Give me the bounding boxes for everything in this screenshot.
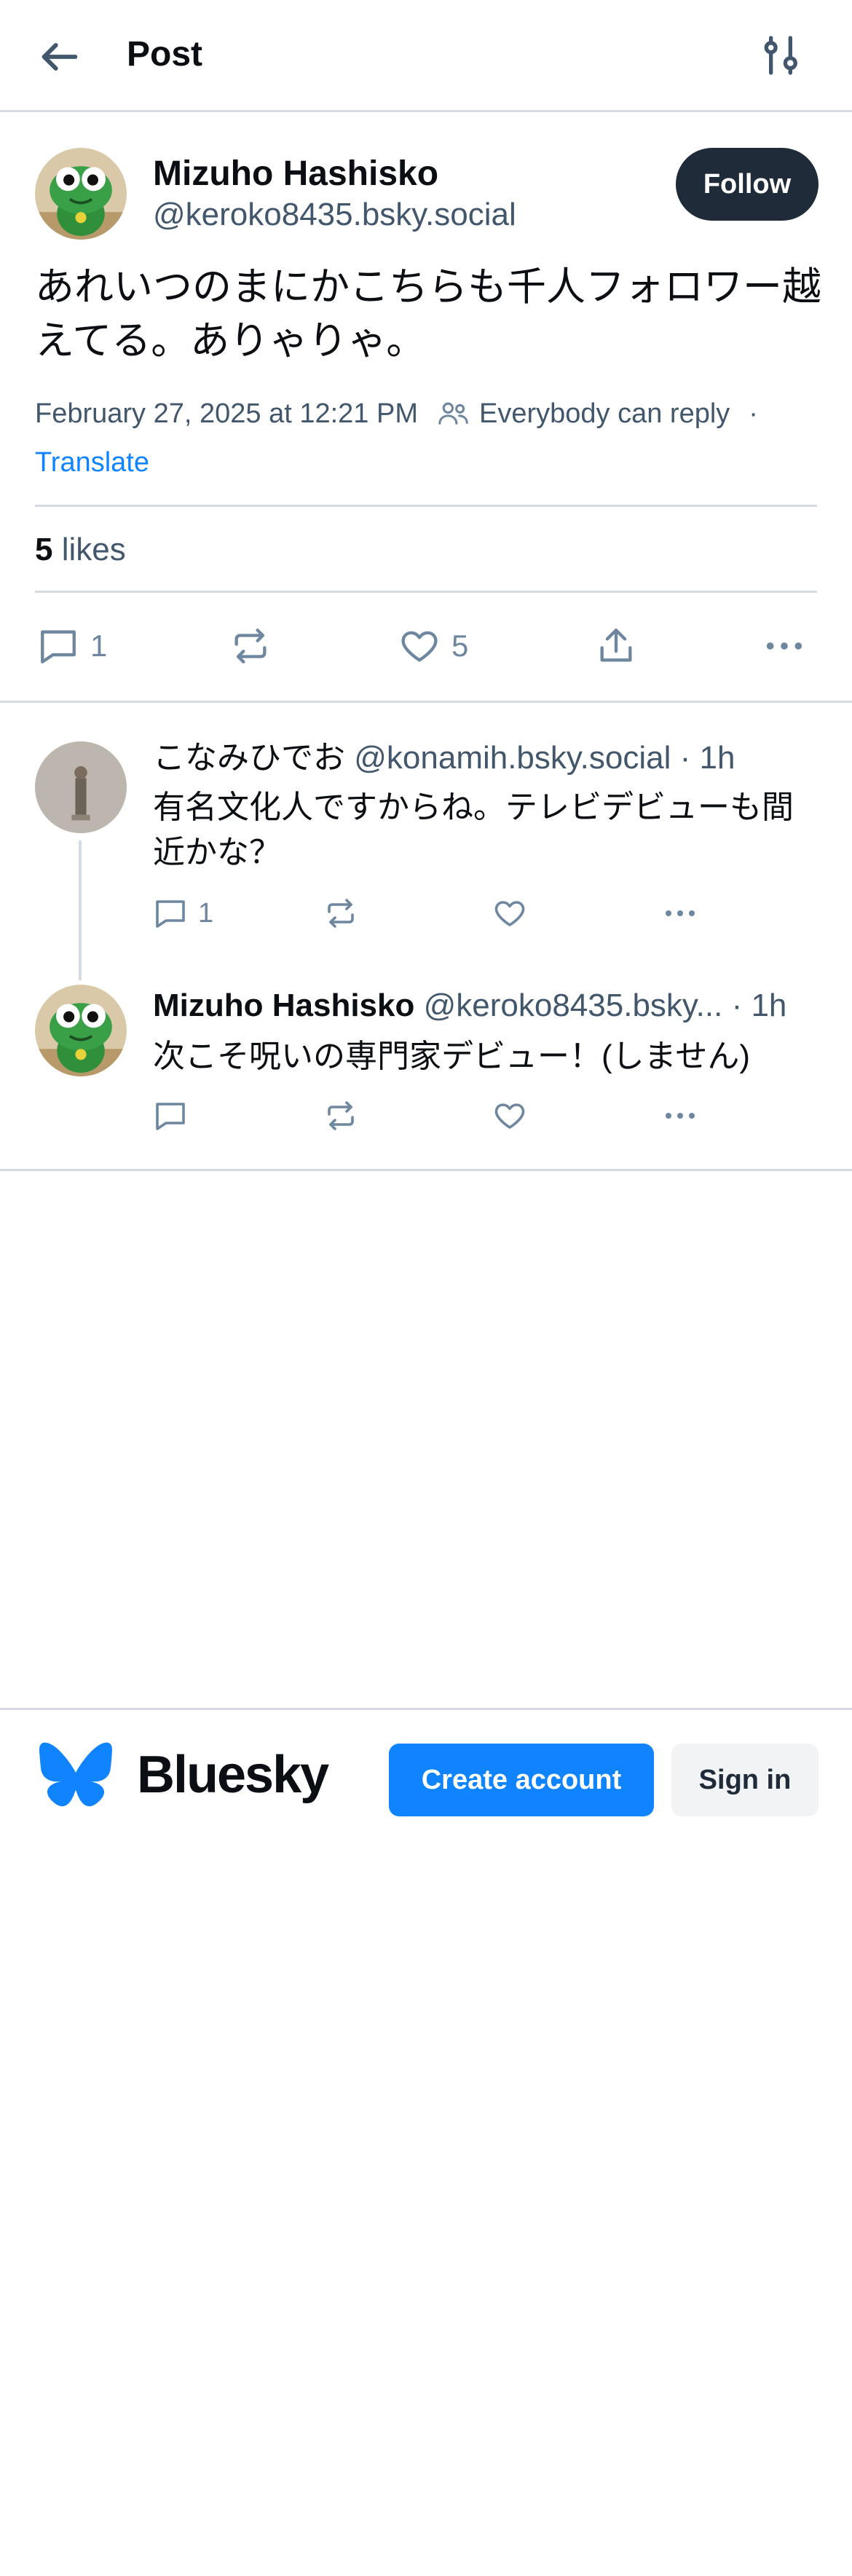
thread-connector: [79, 967, 82, 980]
post-meta: February 27, 2025 at 12:21 PM Everybody …: [35, 395, 758, 433]
like-button[interactable]: [492, 896, 527, 931]
likes-count: 5: [35, 532, 53, 567]
back-button[interactable]: [36, 29, 95, 84]
sign-in-button[interactable]: Sign in: [671, 1744, 819, 1816]
likes-summary[interactable]: 5 likes: [35, 529, 126, 570]
sliders-icon: [764, 36, 797, 75]
reply-header: Mizuho Hashisko @keroko8435.bsky... · 1h: [153, 985, 786, 1027]
reply-author-handle[interactable]: @keroko8435.bsky...: [424, 988, 723, 1023]
page-title: Post: [127, 35, 203, 74]
reply-text: 次こそ呪いの専門家デビュー！(しません): [153, 1039, 750, 1074]
brand-name: Bluesky: [137, 1746, 329, 1804]
avatar[interactable]: [35, 985, 127, 1076]
reply-button[interactable]: 1: [36, 625, 107, 667]
more-options-button[interactable]: [663, 896, 698, 931]
repost-button[interactable]: [323, 1098, 358, 1133]
arrow-left-icon: [42, 43, 78, 71]
create-account-button[interactable]: Create account: [389, 1744, 654, 1816]
comment-icon: [41, 630, 76, 663]
translate-link[interactable]: Translate: [35, 444, 149, 481]
reply-setting-label: Everybody can reply: [479, 398, 730, 429]
reply-time: · 1h: [731, 988, 787, 1023]
likes-label: likes: [61, 532, 126, 567]
thread-connector: [79, 840, 82, 967]
post-timestamp[interactable]: February 27, 2025 at 12:21 PM: [35, 395, 418, 433]
reply-author-name[interactable]: こなみひでお: [153, 740, 345, 776]
reply-author-name[interactable]: Mizuho Hashisko: [153, 988, 414, 1023]
more-options-button[interactable]: [663, 1098, 698, 1133]
repost-button[interactable]: [323, 896, 358, 931]
heart-icon: [494, 901, 525, 926]
comment-icon: [156, 900, 185, 928]
like-button[interactable]: 5: [398, 625, 468, 667]
post-text: あれいつのまにかこちらも千人フォロワー越えてる。ありゃりゃ。: [35, 265, 821, 363]
reply-author-handle[interactable]: @konamih.bsky.social: [354, 740, 671, 776]
meta-separator: ·: [749, 398, 758, 429]
butterfly-logo-icon: [39, 1742, 112, 1807]
top-bar: Post: [0, 0, 852, 112]
avatar[interactable]: [35, 148, 127, 240]
thread-settings-button[interactable]: [757, 32, 804, 79]
reply-count: 1: [90, 629, 108, 663]
main-post: Mizuho Hashisko @keroko8435.bsky.social …: [0, 114, 852, 703]
repost-icon: [234, 629, 267, 663]
divider: [35, 591, 817, 593]
share-icon: [600, 629, 632, 662]
reply-time: · 1h: [679, 740, 735, 776]
like-button[interactable]: [492, 1098, 527, 1133]
reply-count: 1: [198, 897, 214, 929]
more-horizontal-icon: [766, 642, 802, 650]
author-handle[interactable]: @keroko8435.bsky.social: [153, 194, 516, 235]
repost-icon: [328, 1101, 354, 1130]
reply-setting: Everybody can reply: [437, 395, 730, 433]
brand[interactable]: Bluesky: [39, 1742, 329, 1808]
reply-button[interactable]: 1: [153, 896, 213, 931]
heart-icon: [494, 1103, 525, 1129]
more-horizontal-icon: [666, 910, 695, 916]
post-actions: 1 5: [0, 613, 852, 679]
reply-post[interactable]: Mizuho Hashisko @keroko8435.bsky... · 1h…: [0, 967, 852, 1171]
more-horizontal-icon: [666, 1113, 695, 1119]
like-count: 5: [451, 629, 469, 663]
divider: [35, 505, 817, 507]
people-icon: [438, 402, 468, 425]
repost-button[interactable]: [229, 625, 272, 667]
author-name[interactable]: Mizuho Hashisko: [153, 152, 438, 196]
repost-icon: [328, 899, 354, 928]
reply-text: 有名文化人ですからね。テレビデビューも間近かな？: [153, 789, 794, 870]
reply-header: こなみひでお @konamih.bsky.social · 1h: [153, 737, 735, 779]
share-button[interactable]: [594, 625, 638, 667]
heart-icon: [401, 631, 438, 662]
follow-button[interactable]: Follow: [676, 148, 819, 221]
avatar[interactable]: [35, 741, 127, 833]
reply-post[interactable]: こなみひでお @konamih.bsky.social · 1h 有名文化人です…: [0, 705, 852, 967]
comment-icon: [156, 1103, 185, 1130]
more-options-button[interactable]: [763, 625, 805, 667]
signup-footer: Bluesky Create account Sign in: [0, 1708, 852, 1817]
reply-button[interactable]: [153, 1098, 188, 1133]
